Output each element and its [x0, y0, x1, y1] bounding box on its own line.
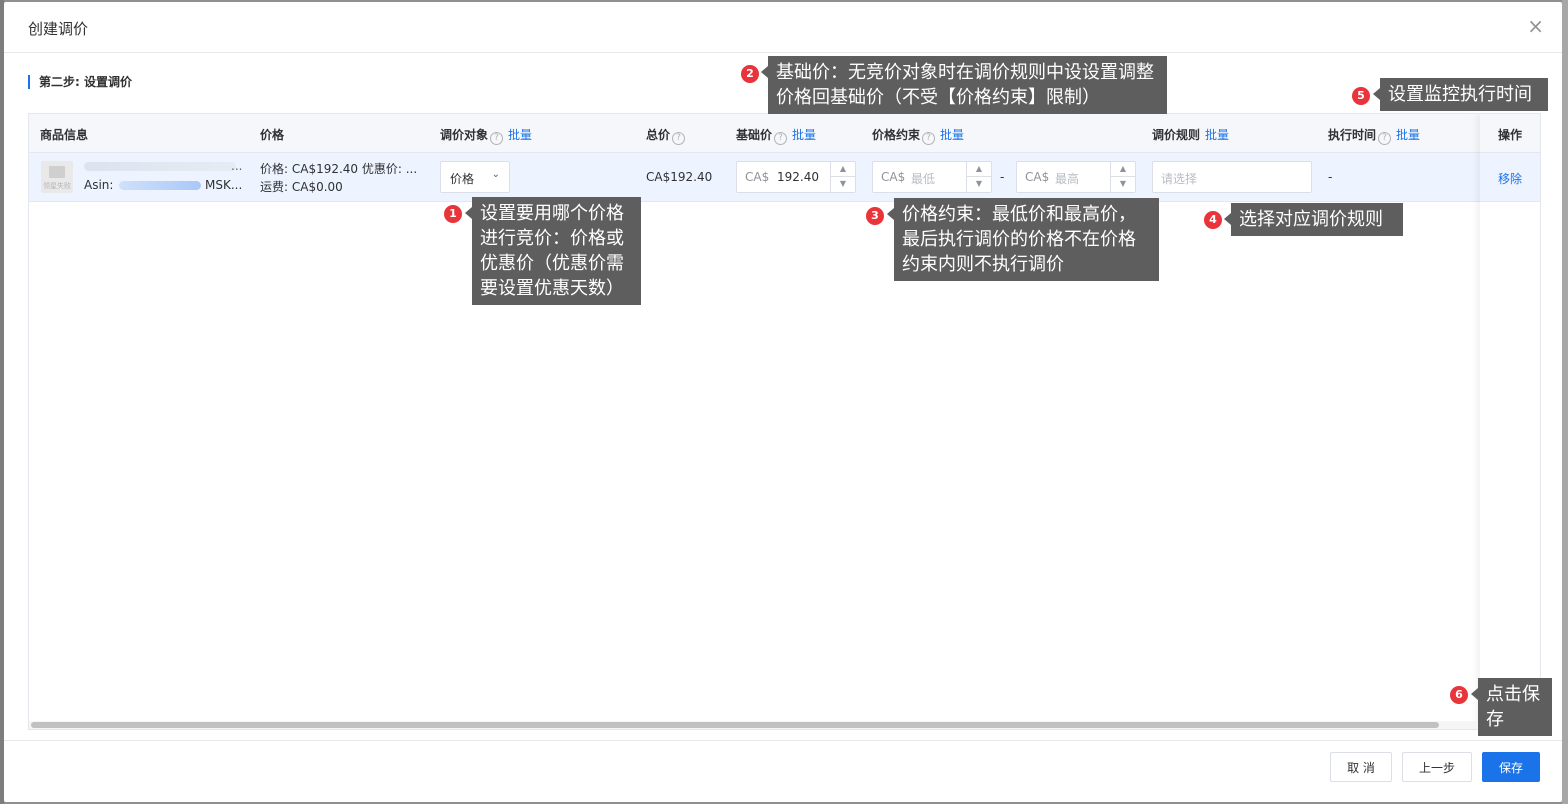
target-select[interactable]: 价格 ⌄ — [440, 161, 510, 193]
question-circle-icon[interactable]: ? — [1378, 132, 1392, 145]
target-select-value: 价格 — [450, 172, 475, 186]
col-price: 价格 — [260, 128, 285, 142]
spinner-arrows-icon[interactable]: ▲ ▼ — [1110, 162, 1135, 192]
image-placeholder-icon — [49, 166, 65, 178]
col-exec-time: 执行时间? 批量 — [1328, 126, 1420, 145]
rule-select[interactable]: 请选择 — [1152, 161, 1312, 193]
batch-exec-time-link[interactable]: 批量 — [1396, 128, 1420, 142]
max-price-placeholder: 最高 — [1055, 172, 1080, 186]
col-total: 总价? — [646, 126, 686, 145]
batch-constraint-link[interactable]: 批量 — [940, 128, 964, 142]
product-name-ellipsis: ... — [231, 159, 243, 173]
total-price: CA$192.40 — [646, 170, 713, 184]
horizontal-scrollbar[interactable] — [29, 721, 1540, 729]
product-name-redacted — [84, 162, 236, 171]
dialog-footer: 取 消 上一步 保存 — [4, 740, 1562, 803]
range-separator: - — [1000, 170, 1005, 184]
chevron-down-icon: ⌄ — [491, 169, 500, 180]
batch-target-link[interactable]: 批量 — [508, 128, 532, 142]
col-target: 调价对象? 批量 — [440, 126, 532, 145]
col-exec-time-label: 执行时间 — [1328, 128, 1377, 142]
col-base-label: 基础价 — [736, 128, 773, 142]
question-circle-icon[interactable]: ? — [774, 132, 788, 145]
base-price-value: 192.40 — [777, 170, 819, 184]
annotation-callout-4: 选择对应调价规则 — [1224, 203, 1403, 236]
col-total-label: 总价 — [646, 128, 671, 142]
max-price-input[interactable]: CA$ 最高 ▲ ▼ — [1016, 161, 1136, 193]
close-icon[interactable]: × — [1527, 16, 1544, 36]
col-rule: 调价规则 批量 — [1152, 126, 1229, 143]
batch-base-link[interactable]: 批量 — [792, 128, 816, 142]
col-target-label: 调价对象 — [440, 128, 489, 142]
background-edge-right — [1562, 0, 1568, 804]
question-circle-icon[interactable]: ? — [672, 132, 686, 145]
create-repricing-dialog: 创建调价 × 第二步: 设置调价 商品信息 价格 调价对象? 批量 总价? 基础价… — [4, 2, 1562, 802]
table-header: 商品信息 价格 调价对象? 批量 总价? 基础价? 批量 价格约束? 批量 调价规则批… — [29, 114, 1540, 153]
cancel-button[interactable]: 取 消 — [1330, 752, 1392, 782]
product-thumbnail: 领星失败 — [41, 161, 73, 193]
currency-prefix: CA$ — [881, 170, 906, 184]
annotation-callout-2: 基础价：无竞价对象时在调价规则中设设置调整价格回基础价（不受【价格约束】限制） — [761, 56, 1167, 114]
spinner-arrows-icon[interactable]: ▲ ▼ — [830, 162, 855, 192]
asin-label: Asin: — [84, 178, 114, 192]
annotation-callout-1: 设置要用哪个价格进行竞价：价格或优惠价（优惠价需要设置优惠天数） — [465, 197, 641, 305]
save-button[interactable]: 保存 — [1482, 752, 1540, 782]
prev-step-button[interactable]: 上一步 — [1402, 752, 1472, 782]
annotation-callout-6: 点击保存 — [1471, 678, 1552, 736]
scrollbar-thumb[interactable] — [31, 722, 1439, 728]
batch-rule-link[interactable]: 批量 — [1205, 128, 1229, 142]
thumbnail-label: 领星失败 — [43, 182, 71, 190]
annotation-callout-5: 设置监控执行时间 — [1373, 78, 1548, 111]
col-base: 基础价? 批量 — [736, 126, 816, 145]
annotation-badge-3: 3 — [866, 207, 884, 225]
step-title: 第二步: 设置调价 — [28, 75, 132, 89]
fixed-action-column — [1480, 114, 1540, 729]
base-price-input[interactable]: CA$ 192.40 ▲ ▼ — [736, 161, 856, 193]
annotation-badge-5: 5 — [1352, 87, 1370, 105]
annotation-badge-2: 2 — [741, 65, 759, 83]
table-row: 领星失败 ... Asin: MSK... 价格: CA$192.40 优惠价:… — [29, 153, 1540, 202]
annotation-badge-6: 6 — [1450, 686, 1468, 704]
min-price-placeholder: 最低 — [911, 172, 936, 186]
price-line: 价格: CA$192.40 优惠价: ... — [260, 162, 418, 176]
annotation-callout-3: 价格约束：最低价和最高价，最后执行调价的价格不在价格约束内则不执行调价 — [887, 198, 1159, 281]
exec-time-value: - — [1328, 170, 1333, 184]
col-constraint: 价格约束? 批量 — [872, 126, 964, 145]
col-product: 商品信息 — [40, 128, 89, 142]
asin-redacted — [119, 181, 201, 190]
dialog-title: 创建调价 — [28, 20, 89, 38]
col-constraint-label: 价格约束 — [872, 128, 921, 142]
annotation-badge-1: 1 — [444, 205, 462, 223]
asin-tail: MSK... — [205, 178, 243, 192]
question-circle-icon[interactable]: ? — [490, 132, 504, 145]
rule-placeholder: 请选择 — [1161, 172, 1198, 186]
currency-prefix: CA$ — [745, 170, 770, 184]
currency-prefix: CA$ — [1025, 170, 1050, 184]
spinner-arrows-icon[interactable]: ▲ ▼ — [966, 162, 991, 192]
question-circle-icon[interactable]: ? — [922, 132, 936, 145]
col-rule-label: 调价规则 — [1152, 128, 1201, 142]
dialog-header: 创建调价 × — [4, 2, 1562, 53]
annotation-badge-4: 4 — [1204, 211, 1222, 229]
shipping-line: 运费: CA$0.00 — [260, 180, 343, 194]
min-price-input[interactable]: CA$ 最低 ▲ ▼ — [872, 161, 992, 193]
